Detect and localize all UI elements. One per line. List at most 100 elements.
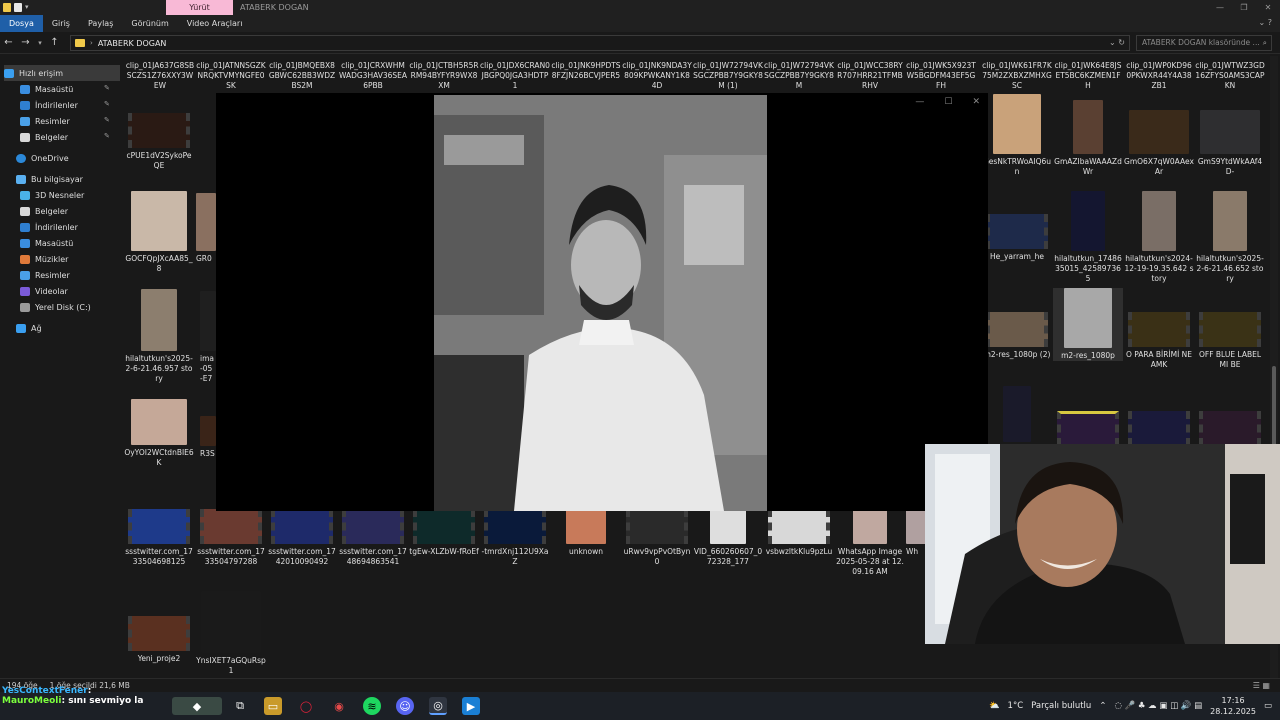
video-frame[interactable] xyxy=(434,95,767,511)
video-tools-context-tab[interactable]: Yürüt xyxy=(166,0,233,15)
search-widget-icon[interactable]: ◆ xyxy=(172,697,222,715)
pin-icon[interactable]: ✎ xyxy=(104,100,110,108)
file-item[interactable]: m2-res_1080p (2) xyxy=(982,312,1052,360)
file-item[interactable]: hilaltutkun's2024-12-19-19.35.642 story xyxy=(1124,191,1194,284)
sidebar-item-local-disk[interactable]: Yerel Disk (C:) xyxy=(20,299,91,315)
sidebar-item-quick-access[interactable]: Hızlı erişim xyxy=(4,65,120,81)
file-item[interactable]: ssstwitter.com_1733504698125 xyxy=(124,509,194,567)
file-item[interactable]: Wh xyxy=(906,509,926,557)
file-item[interactable]: GmAZIbaWAAAZdWr xyxy=(1053,100,1123,177)
chrome-icon[interactable]: ◎ xyxy=(429,697,447,715)
up-arrow-icon[interactable]: ↑ xyxy=(46,37,63,48)
pin-icon[interactable]: ✎ xyxy=(104,84,110,92)
file-item[interactable]: ssstwitter.com_1748694863541 xyxy=(338,509,408,567)
weather-text[interactable]: Parçalı bulutlu xyxy=(1031,701,1091,711)
file-item[interactable]: clip_01JATNNSGZKNRQKTVMYNGFE0SK xyxy=(196,58,266,91)
show-hidden-icons-chevron-icon[interactable]: ⌃ xyxy=(1099,701,1106,711)
file-item[interactable]: Yeni_proje2 xyxy=(124,616,194,664)
file-item[interactable]: ima -05 -E7 xyxy=(200,291,216,384)
sidebar-item-this-pc[interactable]: Bu bilgisayar xyxy=(16,171,83,187)
sidebar-item-desktop[interactable]: Masaüstü xyxy=(20,81,73,97)
weather-icon[interactable]: ⛅ xyxy=(989,701,1000,711)
file-item[interactable]: GesNkTRWoAIQ6un xyxy=(982,94,1052,177)
maximize-button[interactable]: ☐ xyxy=(944,97,952,107)
obs-icon[interactable]: ◉ xyxy=(330,697,348,715)
file-item[interactable]: clip_01JWK64E8JSET5BC6KZMEN1FH xyxy=(1053,58,1123,91)
opera-icon[interactable]: ◯ xyxy=(297,697,315,715)
temperature[interactable]: 1°C xyxy=(1008,701,1024,711)
file-item[interactable]: tgEw-XLZbW-fRoEf xyxy=(409,509,479,557)
file-item[interactable]: GOCFQpJXcAA85_8 xyxy=(124,191,194,274)
file-item[interactable]: OFF BLUE LABEL MI BE xyxy=(1195,312,1265,370)
notification-icon[interactable]: ▭ xyxy=(1264,701,1272,711)
video-player-window[interactable]: — ☐ ✕ xyxy=(216,93,988,511)
file-item[interactable] xyxy=(1124,411,1194,446)
tab-video-araclari[interactable]: Video Araçları xyxy=(178,15,252,32)
file-item[interactable]: clip_01JDX6CRAN0JBGPQ0JGA3HDTP1 xyxy=(480,58,550,91)
minimize-button[interactable]: — xyxy=(1208,0,1232,15)
sidebar-item-documents-pc[interactable]: Belgeler xyxy=(20,203,68,219)
file-item[interactable]: clip_01JWP0KD960PKWXR44Y4A38ZB1 xyxy=(1124,58,1194,91)
breadcrumb-current[interactable]: ATABERK DOGAN xyxy=(98,39,167,48)
spotify-icon[interactable]: ≋ xyxy=(363,697,381,715)
file-explorer-icon[interactable]: ▭ xyxy=(264,697,282,715)
file-item[interactable]: clip_01JW72794VKSGCZPBB7Y9GKY8M xyxy=(764,58,834,91)
clock[interactable]: 17:16 28.12.2025 xyxy=(1210,695,1256,717)
sidebar-item-onedrive[interactable]: OneDrive xyxy=(16,150,69,166)
sidebar-item-desktop-pc[interactable]: Masaüstü xyxy=(20,235,73,251)
file-item[interactable]: clip_01JW72794VKSGCZPBB7Y9GKY8M (1) xyxy=(693,58,763,91)
pin-icon[interactable]: ✎ xyxy=(104,116,110,124)
file-item[interactable]: R3S xyxy=(200,416,216,459)
file-item[interactable]: O PARA BİRİMİ NE AMK xyxy=(1124,312,1194,370)
tab-gorunum[interactable]: Görünüm xyxy=(122,15,177,32)
file-item[interactable]: GmO6X7qW0AAexAr xyxy=(1124,110,1194,177)
file-item[interactable]: clip_01JWK61FR7K75M2ZXBXZMHXGSC xyxy=(982,58,1052,91)
pin-icon[interactable]: ✎ xyxy=(104,132,110,140)
file-item[interactable]: VID_660260607_072328_177 xyxy=(693,509,763,567)
discord-icon[interactable]: ☺ xyxy=(396,697,414,715)
minimize-button[interactable]: — xyxy=(915,97,924,107)
folder-icon[interactable] xyxy=(3,3,11,12)
file-item[interactable]: -tmrdXnj112U9XaZ xyxy=(480,509,550,567)
file-item[interactable]: GmS9YtdWkAAf4D- xyxy=(1195,110,1265,177)
sidebar-item-downloads[interactable]: İndirilenler xyxy=(20,97,78,113)
file-item[interactable]: clip_01JNK9HPDTS8FZJN26BCVJPER5 xyxy=(551,58,621,81)
close-button[interactable]: ✕ xyxy=(1256,0,1280,15)
file-item-selected[interactable]: m2-res_1080p xyxy=(1053,288,1123,361)
file-item[interactable]: hilaltutkun's2025-2-6-21.46.957 story xyxy=(124,289,194,384)
media-player-icon[interactable]: ▶ xyxy=(462,697,480,715)
back-arrow-icon[interactable]: ← xyxy=(0,37,17,48)
breadcrumb-separator-icon[interactable]: › xyxy=(90,39,93,47)
file-item[interactable]: OyYOI2WCtdnBIE6K xyxy=(124,399,194,468)
file-item[interactable]: clip_01JA637G8SBSCZS1Z76XXY3WEW xyxy=(125,58,195,91)
task-view-icon[interactable]: ⧉ xyxy=(231,697,249,715)
file-item[interactable]: clip_01JWK5X923TW5BGDFM43EF5GFH xyxy=(906,58,976,91)
file-item[interactable]: WhatsApp Image 2025-05-28 at 12.09.16 AM xyxy=(835,509,905,577)
recent-locations-chevron-icon[interactable]: ▾ xyxy=(34,39,46,47)
file-item[interactable]: clip_01JCTBH5R5RRM94BYFYR9WX8XM xyxy=(409,58,479,91)
sidebar-item-3d-objects[interactable]: 3D Nesneler xyxy=(20,187,84,203)
customize-chevron-icon[interactable]: ▾ xyxy=(25,3,30,12)
file-item[interactable]: YnsIXET7aGQuRsp1 xyxy=(196,591,266,676)
tray-app-icons[interactable]: ◌ 🎤 ♣ ☁ ▣ ◫ 🔊 ▤ xyxy=(1114,701,1202,711)
file-item[interactable]: hilaltutkun's2025-2-6-21.46.652 story xyxy=(1195,191,1265,284)
tab-dosya[interactable]: Dosya xyxy=(0,15,43,32)
sidebar-item-downloads-pc[interactable]: İndirilenler xyxy=(20,219,78,235)
sidebar-item-music[interactable]: Müzikler xyxy=(20,251,68,267)
file-item[interactable]: hilaltutkun_1748635015_425897365 xyxy=(1053,191,1123,284)
sidebar-item-videos[interactable]: Videolar xyxy=(20,283,68,299)
properties-icon[interactable] xyxy=(14,3,22,12)
view-toggle-icons[interactable]: ☰ ▦ xyxy=(1253,681,1270,690)
forward-arrow-icon[interactable]: → xyxy=(17,37,34,48)
expand-ribbon-icon[interactable]: ⌄ ? xyxy=(1259,18,1273,27)
sidebar-item-network[interactable]: Ağ xyxy=(16,320,42,336)
file-item[interactable]: clip_01JCRXWHMWADG3HAV36SEA6PBB xyxy=(338,58,408,91)
file-item[interactable]: unknown xyxy=(551,509,621,557)
tab-paylas[interactable]: Paylaş xyxy=(79,15,122,32)
address-dropdown-refresh[interactable]: ⌄ ↻ xyxy=(1109,38,1125,47)
file-item[interactable]: cPUE1dV2SykoPeQE xyxy=(124,113,194,171)
search-input[interactable]: ATABERK DOGAN klasöründe ... ⌕ xyxy=(1136,35,1272,51)
file-item[interactable]: clip_01JWCC38RYR707HRR21TFMBRHV xyxy=(835,58,905,91)
sidebar-item-pictures[interactable]: Resimler xyxy=(20,113,70,129)
sidebar-item-pictures-pc[interactable]: Resimler xyxy=(20,267,70,283)
